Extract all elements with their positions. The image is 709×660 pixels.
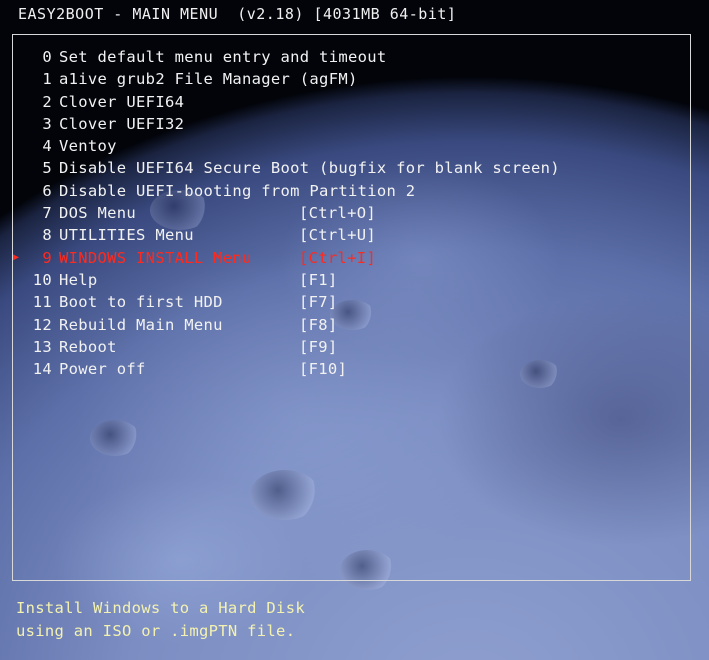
menu-item-label: Reboot bbox=[59, 337, 117, 356]
menu-item-label: a1ive grub2 File Manager (agFM) bbox=[59, 70, 358, 89]
menu-item-number: 7 bbox=[42, 204, 52, 223]
help-text: Install Windows to a Hard Disk using an … bbox=[16, 597, 305, 643]
menu-item-12[interactable]: 12 Rebuild Main Menu [F8] bbox=[22, 314, 560, 336]
menu-item-number: 12 bbox=[32, 315, 52, 334]
menu-item-label: Ventoy bbox=[59, 137, 117, 156]
boot-screen: EASY2BOOT - MAIN MENU (v2.18) [4031MB 64… bbox=[0, 0, 709, 660]
menu-item-number: 9 bbox=[42, 248, 52, 267]
menu-item-label: Help bbox=[59, 270, 98, 289]
menu-item-number: 6 bbox=[42, 181, 52, 200]
help-line-1: Install Windows to a Hard Disk bbox=[16, 599, 305, 617]
help-line-2: using an ISO or .imgPTN file. bbox=[16, 622, 296, 640]
menu-item-hotkey: [Ctrl+I] bbox=[299, 248, 377, 267]
menu-item-0[interactable]: 0 Set default menu entry and timeout bbox=[22, 46, 560, 68]
menu-item-number: 14 bbox=[32, 360, 52, 379]
menu-item-number: 2 bbox=[42, 92, 52, 111]
menu-item-number: 5 bbox=[42, 159, 52, 178]
menu-item-label: Power off bbox=[59, 360, 146, 379]
menu-item-14[interactable]: 14 Power off [F10] bbox=[22, 358, 560, 380]
menu-item-8[interactable]: 8 UTILITIES Menu [Ctrl+U] bbox=[22, 224, 560, 246]
menu-item-number: 3 bbox=[42, 114, 52, 133]
menu-item-hotkey: [F1] bbox=[299, 270, 338, 289]
menu-title: EASY2BOOT - MAIN MENU (v2.18) [4031MB 64… bbox=[18, 5, 457, 23]
menu-item-label: Clover UEFI64 bbox=[59, 92, 185, 111]
menu-item-hotkey: [Ctrl+O] bbox=[299, 204, 377, 223]
menu-item-label: Disable UEFI-booting from Partition 2 bbox=[59, 181, 416, 200]
menu-item-5[interactable]: 5 Disable UEFI64 Secure Boot (bugfix for … bbox=[22, 157, 560, 179]
menu-item-4[interactable]: 4 Ventoy bbox=[22, 135, 560, 157]
menu-item-13[interactable]: 13 Reboot [F9] bbox=[22, 336, 560, 358]
menu-item-number: 1 bbox=[42, 70, 52, 89]
menu-item-label: WINDOWS INSTALL Menu bbox=[59, 248, 252, 267]
menu-item-label: Disable UEFI64 Secure Boot (bugfix for b… bbox=[59, 159, 560, 178]
menu-item-hotkey: [F9] bbox=[299, 337, 338, 356]
menu-item-label: Set default menu entry and timeout bbox=[59, 48, 387, 66]
menu-item-1[interactable]: 1 a1ive grub2 File Manager (agFM) bbox=[22, 68, 560, 90]
boot-menu-list: 0 Set default menu entry and timeout 1 a1iv… bbox=[13, 46, 560, 380]
menu-item-number: 13 bbox=[32, 337, 52, 356]
menu-item-hotkey: [Ctrl+U] bbox=[299, 226, 377, 245]
menu-item-3[interactable]: 3 Clover UEFI32 bbox=[22, 113, 560, 135]
menu-item-11[interactable]: 11 Boot to first HDD [F7] bbox=[22, 291, 560, 313]
menu-item-label: Boot to first HDD bbox=[59, 293, 223, 312]
selection-marker-icon: ▶ bbox=[13, 251, 20, 263]
menu-item-label: Clover UEFI32 bbox=[59, 114, 185, 133]
menu-item-number: 10 bbox=[32, 270, 52, 289]
menu-item-label: Rebuild Main Menu bbox=[59, 315, 223, 334]
menu-item-number: 8 bbox=[42, 226, 52, 245]
menu-item-7[interactable]: 7 DOS Menu [Ctrl+O] bbox=[22, 202, 560, 224]
menu-item-label: DOS Menu bbox=[59, 204, 137, 223]
menu-item-label: UTILITIES Menu bbox=[59, 226, 194, 245]
menu-item-6[interactable]: 6 Disable UEFI-booting from Partition 2 bbox=[22, 180, 560, 202]
menu-item-number: 0 bbox=[42, 48, 52, 66]
menu-item-9[interactable]: ▶ 9 WINDOWS INSTALL Menu [Ctrl+I] bbox=[13, 247, 560, 269]
menu-item-number: 4 bbox=[42, 137, 52, 156]
menu-item-hotkey: [F8] bbox=[299, 315, 338, 334]
menu-item-2[interactable]: 2 Clover UEFI64 bbox=[22, 91, 560, 113]
menu-item-10[interactable]: 10 Help [F1] bbox=[22, 269, 560, 291]
menu-item-number: 11 bbox=[32, 293, 52, 312]
menu-item-hotkey: [F7] bbox=[299, 293, 338, 312]
menu-item-hotkey: [F10] bbox=[299, 360, 348, 379]
